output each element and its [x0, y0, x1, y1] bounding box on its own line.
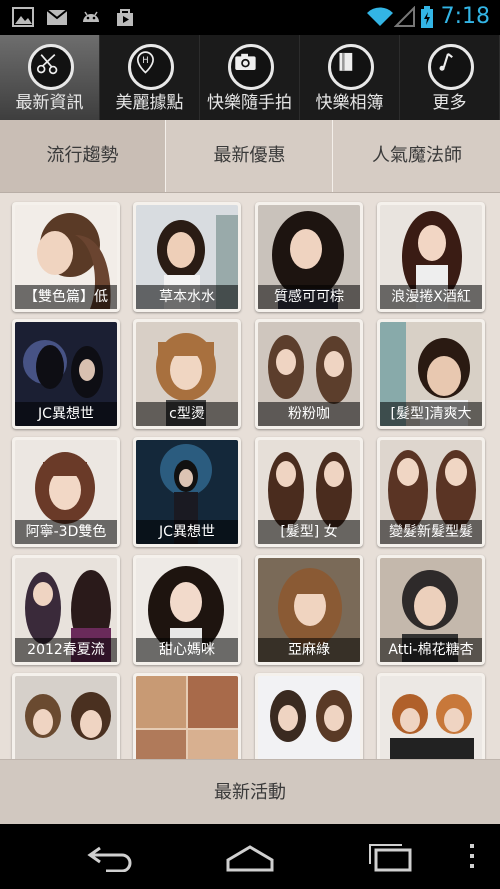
tile-caption: 質感可可棕 [258, 285, 360, 309]
hairstyle-photo [258, 676, 360, 759]
tile-caption: 粉粉咖 [258, 402, 360, 426]
tab-happy-album[interactable]: 快樂相簿 [300, 35, 400, 120]
tab-label: 更多 [432, 93, 467, 113]
hairstyle-tile[interactable]: JC異想世 [133, 437, 241, 547]
tile-caption: 2012春夏流 [15, 638, 117, 662]
image-icon [12, 7, 34, 27]
tile-caption: 甜心媽咪 [136, 638, 238, 662]
camera-icon [228, 44, 274, 90]
scissors-icon [28, 44, 74, 90]
hairstyle-tile[interactable]: c型燙 [133, 319, 241, 429]
svg-text:H: H [142, 56, 148, 66]
signal-icon [394, 6, 415, 27]
tile-caption: 亞麻綠 [258, 638, 360, 662]
hairstyle-grid: 【雙色篇】低 草本水水 質感可可棕 浪漫捲X酒紅 JC異想世 c型燙 粉粉咖 [… [0, 193, 500, 759]
top-tab-bar: 最新資訊 H 美麗據點 快樂隨手拍 快樂相簿 更多 [0, 35, 500, 120]
hairstyle-tile[interactable]: 浪漫捲X酒紅 [377, 202, 485, 312]
hairstyle-tile[interactable]: 草本水水 [133, 202, 241, 312]
tile-caption: Atti-棉花糖杏 [380, 638, 482, 662]
tile-caption: c型燙 [136, 402, 238, 426]
hairstyle-tile[interactable]: Atti-棉花糖杏 [377, 555, 485, 665]
battery-icon [421, 6, 433, 28]
tile-caption: 草本水水 [136, 285, 238, 309]
gmail-icon [46, 9, 68, 25]
hairstyle-tile[interactable]: [髮型] 女 [255, 437, 363, 547]
hairstyle-tile[interactable] [12, 673, 120, 759]
hairstyle-tile[interactable]: 質感可可棕 [255, 202, 363, 312]
android-icon [83, 11, 99, 22]
hairstyle-tile[interactable]: 粉粉咖 [255, 319, 363, 429]
status-bar: 7:18 [0, 0, 500, 35]
segment-trending[interactable]: 流行趨勢 [0, 120, 166, 192]
tab-label: 最新資訊 [15, 93, 84, 113]
hairstyle-tile[interactable]: 亞麻綠 [255, 555, 363, 665]
tab-label: 美麗據點 [115, 93, 184, 113]
tile-caption: [髮型]清爽大 [380, 402, 482, 426]
wifi-icon [367, 7, 393, 26]
system-navigation-bar [0, 824, 500, 889]
tile-caption: JC異想世 [136, 520, 238, 544]
tile-caption: JC異想世 [15, 402, 117, 426]
tab-beauty-locations[interactable]: H 美麗據點 [100, 35, 200, 120]
hairstyle-tile[interactable]: 甜心媽咪 [133, 555, 241, 665]
tab-latest-news[interactable]: 最新資訊 [0, 35, 100, 120]
hairstyle-tile[interactable] [377, 673, 485, 759]
map-pin-icon: H [128, 44, 174, 90]
hairstyle-tile[interactable]: 【雙色篇】低 [12, 202, 120, 312]
hairstyle-photo [136, 676, 238, 759]
tile-caption: 阿寧-3D雙色 [15, 520, 117, 544]
hairstyle-tile[interactable]: [髮型]清爽大 [377, 319, 485, 429]
category-segment-bar: 流行趨勢 最新優惠 人氣魔法師 [0, 120, 500, 193]
tab-label: 快樂相簿 [315, 93, 384, 113]
overflow-menu-icon[interactable] [466, 842, 478, 872]
tile-caption: 【雙色篇】低 [15, 285, 117, 309]
tile-caption: 變髮新髮型髮 [380, 520, 482, 544]
tile-caption: [髮型] 女 [258, 520, 360, 544]
hairstyle-photo [380, 676, 482, 759]
hairstyle-tile[interactable]: 阿寧-3D雙色 [12, 437, 120, 547]
album-icon [328, 44, 374, 90]
hairstyle-tile[interactable]: 2012春夏流 [12, 555, 120, 665]
tab-label: 快樂隨手拍 [207, 93, 292, 113]
tile-caption: 浪漫捲X酒紅 [380, 285, 482, 309]
recent-apps-icon[interactable] [366, 842, 416, 872]
home-icon[interactable] [224, 842, 276, 872]
hairstyle-tile[interactable] [255, 673, 363, 759]
clock-time: 7:18 [440, 4, 490, 29]
hairstyle-photo [15, 676, 117, 759]
hairstyle-tile[interactable]: 變髮新髮型髮 [377, 437, 485, 547]
latest-events-button[interactable]: 最新活動 [0, 759, 500, 825]
play-store-icon [117, 9, 133, 26]
back-icon[interactable] [86, 842, 136, 872]
hairstyle-tile[interactable]: JC異想世 [12, 319, 120, 429]
segment-popular-stylists[interactable]: 人氣魔法師 [334, 120, 500, 192]
segment-latest-offers[interactable]: 最新優惠 [167, 120, 333, 192]
tab-happy-snapshots[interactable]: 快樂隨手拍 [200, 35, 300, 120]
hairstyle-tile[interactable] [133, 673, 241, 759]
tab-more[interactable]: 更多 [400, 35, 500, 120]
music-note-icon [428, 44, 474, 90]
